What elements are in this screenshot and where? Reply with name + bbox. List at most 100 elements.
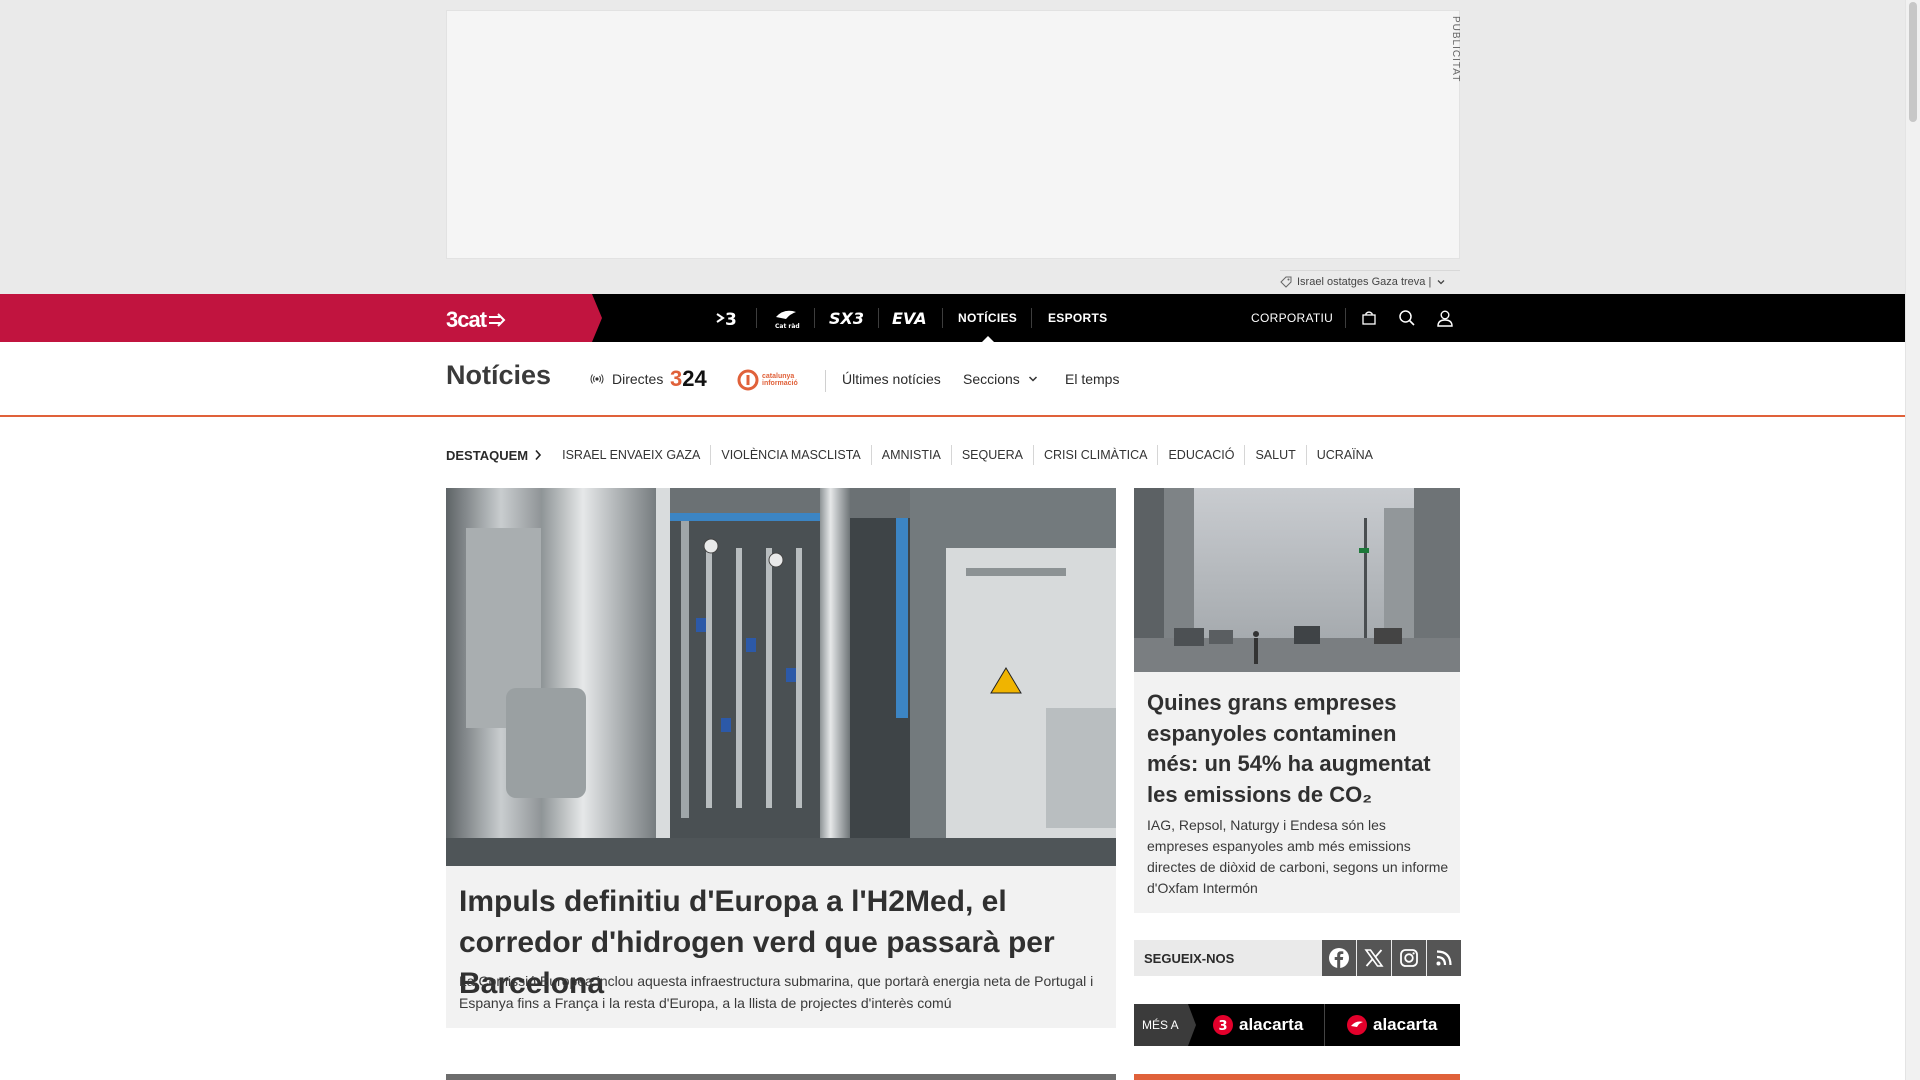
alacarta-text: alacarta — [1239, 1015, 1304, 1034]
search-button[interactable] — [1395, 306, 1419, 330]
section-title[interactable]: Notícies — [446, 360, 551, 391]
ad-band: PUBLICITAT Israel ostatges Gaza treva | — [0, 0, 1905, 294]
rss-link[interactable] — [1427, 940, 1461, 976]
separator — [1031, 308, 1032, 328]
highlight-item[interactable]: ISRAEL ENVAEIX GAZA — [552, 445, 712, 465]
catinfo-line-2: informació — [762, 380, 798, 387]
highlights-bar: DESTAQUEM ISRAEL ENVAEIX GAZA VIOLÈNCIA … — [446, 445, 1383, 465]
separator — [825, 370, 826, 392]
nav-esports[interactable]: ESPORTS — [1048, 294, 1107, 342]
shop-button[interactable] — [1357, 306, 1381, 330]
tv3-red-circle-icon: 3 — [1213, 1015, 1233, 1035]
next-story-card[interactable] — [446, 1074, 1116, 1080]
nav-corporatiu[interactable]: CORPORATIU — [1251, 294, 1333, 342]
logo-324-three: 3 — [670, 366, 683, 391]
x-link[interactable] — [1357, 940, 1391, 976]
facebook-link[interactable] — [1322, 940, 1356, 976]
top-navigation: 3cat 3 Cat ràdio SX3 EVA NOTÍCIES ESPORT… — [0, 294, 1905, 342]
channel-324-logo[interactable]: 3 24 — [670, 366, 707, 391]
separator — [756, 308, 757, 328]
catalunya-informacio-logo[interactable]: catalunya informació — [737, 368, 798, 392]
follow-us-bar: SEGUEIX-NOS — [1134, 940, 1461, 976]
user-button[interactable] — [1433, 306, 1457, 330]
main-story-lead: La Comissió Europea inclou aquesta infra… — [459, 973, 1094, 1011]
highlight-item[interactable]: CRISI CLIMÀTICA — [1034, 445, 1159, 465]
catradio-icon: Cat ràdio — [775, 310, 800, 330]
channel-sx3[interactable]: SX3 — [826, 294, 866, 342]
chevron-right-icon — [535, 449, 542, 461]
svg-text:Cat ràdio: Cat ràdio — [775, 323, 800, 330]
svg-text:EVA: EVA — [892, 309, 927, 327]
page-scrollbar[interactable] — [1905, 0, 1920, 1080]
side-story-photo[interactable] — [1134, 488, 1460, 672]
trending-ticker[interactable]: Israel ostatges Gaza treva | — [1280, 270, 1460, 292]
tv3-alacarta-link[interactable]: 3 alacarta — [1212, 1004, 1303, 1046]
main-story-card[interactable]: Impuls definitiu d'Europa a l'H2Med, el … — [446, 488, 1116, 1028]
separator — [878, 308, 879, 328]
catradio-red-circle-icon — [1347, 1015, 1367, 1035]
instagram-icon — [1400, 949, 1418, 967]
next-side-card[interactable] — [1134, 1074, 1460, 1080]
highlight-item[interactable]: EDUCACIÓ — [1158, 445, 1246, 465]
tag-icon — [1280, 276, 1292, 288]
highlight-item[interactable]: UCRAÏNA — [1307, 445, 1383, 465]
channel-tv3[interactable]: 3 — [712, 294, 744, 342]
svg-text:SX3: SX3 — [829, 309, 864, 327]
catinfo-line-1: catalunya — [762, 373, 795, 380]
scrollbar-thumb[interactable] — [1909, 2, 1917, 122]
highlight-item[interactable]: VIOLÈNCIA MASCLISTA — [711, 445, 872, 465]
ticker-text: Israel ostatges Gaza treva | — [1297, 275, 1432, 288]
alacarta-text: alacarta — [1373, 1015, 1438, 1034]
seccions-label: Seccions — [963, 370, 1020, 387]
separator — [1345, 308, 1346, 328]
city-pollution-image — [1134, 488, 1460, 672]
directes-label: Directes — [612, 370, 664, 387]
facebook-icon — [1329, 948, 1349, 968]
section-header: Notícies Directes 3 24 catalunya informac… — [0, 342, 1905, 417]
svg-text:3: 3 — [1219, 1019, 1228, 1034]
separator — [1324, 1004, 1325, 1046]
nav-noticies[interactable]: NOTÍCIES — [958, 294, 1017, 342]
highlights-label-text: DESTAQUEM — [446, 447, 529, 463]
x-icon — [1364, 949, 1384, 967]
brand-arrow-icon — [489, 313, 506, 327]
brand-block — [0, 294, 602, 342]
side-story-headline[interactable]: Quines grans empreses espanyoles contami… — [1147, 688, 1447, 810]
channel-catradio[interactable]: Cat ràdio — [768, 294, 804, 342]
highlight-item[interactable]: SEQUERA — [952, 445, 1034, 465]
search-icon — [1399, 310, 1415, 326]
catinfo-icon — [737, 369, 759, 391]
hydrogen-plant-image — [446, 488, 1116, 866]
mes-a-label: MÉS A — [1134, 1004, 1196, 1046]
live-broadcast-icon — [590, 373, 604, 384]
separator — [942, 308, 943, 328]
chevron-down-icon[interactable] — [1436, 277, 1446, 287]
user-icon — [1437, 310, 1453, 327]
side-story-card[interactable]: Quines grans empreses espanyoles contami… — [1134, 488, 1460, 913]
eva-icon: EVA — [892, 309, 927, 327]
ultimes-noticies-link[interactable]: Últimes notícies — [842, 342, 941, 415]
separator — [814, 308, 815, 328]
ad-slot[interactable] — [446, 10, 1460, 259]
ad-label: PUBLICITAT — [1450, 16, 1461, 83]
highlights-label[interactable]: DESTAQUEM — [446, 448, 542, 463]
shopping-bag-icon — [1362, 311, 1376, 325]
instagram-link[interactable] — [1392, 940, 1426, 976]
tv3-icon: 3 — [716, 310, 737, 328]
channel-eva[interactable]: EVA — [890, 294, 930, 342]
chevron-down-icon — [1028, 375, 1037, 382]
alacarta-bar: MÉS A 3 alacarta alacarta — [1134, 1004, 1460, 1046]
highlight-item[interactable]: AMNISTIA — [872, 445, 952, 465]
main-story-photo[interactable] — [446, 488, 1116, 866]
side-story-lead: IAG, Repsol, Naturgy i Endesa són les em… — [1147, 817, 1449, 896]
brand-logo-text: 3cat — [446, 307, 487, 332]
highlight-item[interactable]: SALUT — [1245, 445, 1307, 465]
brand-logo[interactable]: 3cat — [446, 307, 506, 333]
rss-icon — [1436, 950, 1452, 966]
el-temps-link[interactable]: El temps — [1065, 342, 1119, 415]
catradio-alacarta-link[interactable]: alacarta — [1346, 1004, 1437, 1046]
sx3-icon: SX3 — [829, 309, 864, 327]
follow-us-label: SEGUEIX-NOS — [1144, 950, 1235, 966]
seccions-dropdown[interactable]: Seccions — [963, 342, 1038, 415]
directes-link[interactable]: Directes — [590, 342, 663, 415]
